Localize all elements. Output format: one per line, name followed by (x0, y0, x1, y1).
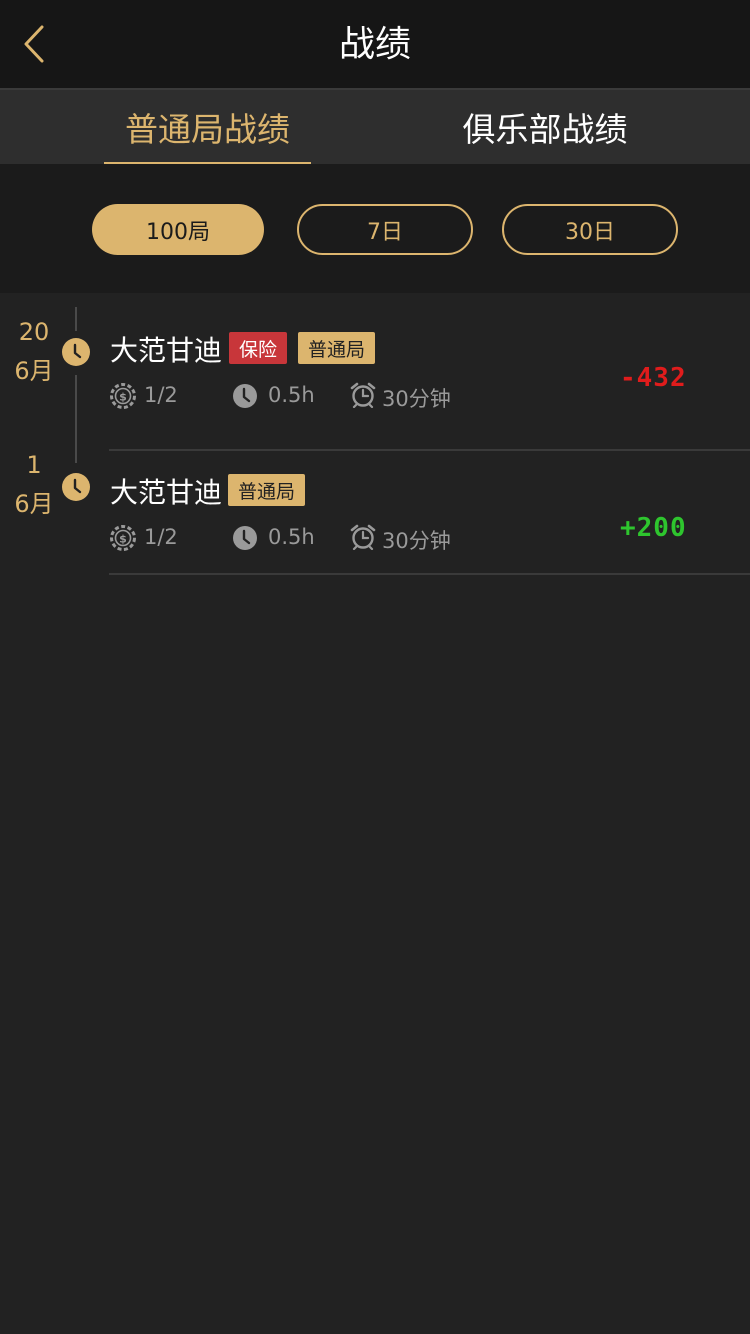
record-duration: 0.5h (268, 383, 315, 407)
record-month: 6月 (14, 357, 54, 385)
nav-bar: 战绩 (0, 0, 750, 88)
record-blinds: 1/2 (144, 383, 178, 407)
filter-30-days-button[interactable]: 30日 (502, 204, 678, 255)
filter-7-days-button[interactable]: 7日 (297, 204, 473, 255)
record-timer: 30分钟 (382, 529, 451, 553)
tab-normal-records[interactable]: 普通局战绩 (104, 90, 311, 164)
game-type-badge: 普通局 (228, 474, 306, 506)
filter-bar: 100局 7日 30日 (0, 164, 750, 293)
chip-icon: $ (110, 525, 136, 551)
svg-text:$: $ (119, 391, 127, 404)
record-month: 6月 (14, 490, 54, 518)
clock-icon (233, 526, 257, 550)
tab-bar: 普通局战绩 俱乐部战绩 (0, 90, 750, 164)
record-score: -432 (620, 363, 687, 393)
filter-100-games-button[interactable]: 100局 (92, 204, 264, 255)
tab-club-records[interactable]: 俱乐部战绩 (440, 90, 650, 164)
record-player-name: 大范甘迪 (110, 334, 223, 367)
record-duration: 0.5h (268, 525, 315, 549)
record-list: 20 6月 大范甘迪 保险 普通局 $ 1/2 0.5h 30分钟 -432 1… (0, 293, 750, 1334)
record-day: 20 (18, 318, 50, 346)
game-type-badge: 普通局 (298, 332, 376, 364)
row-divider (109, 573, 750, 575)
chip-icon: $ (110, 383, 136, 409)
clock-icon (62, 473, 90, 501)
row-divider (109, 449, 750, 451)
insurance-badge: 保险 (229, 332, 288, 364)
alarm-clock-icon (350, 382, 376, 408)
record-score: +200 (620, 513, 687, 543)
timeline-line (75, 307, 77, 331)
alarm-clock-icon (350, 524, 376, 550)
record-timer: 30分钟 (382, 387, 451, 411)
record-player-name: 大范甘迪 (110, 476, 223, 509)
svg-text:$: $ (119, 533, 127, 546)
page-title: 战绩 (338, 24, 411, 65)
clock-icon (233, 384, 257, 408)
record-day: 1 (26, 451, 42, 479)
clock-icon (62, 338, 90, 366)
timeline-line (75, 375, 77, 463)
record-blinds: 1/2 (144, 525, 178, 549)
